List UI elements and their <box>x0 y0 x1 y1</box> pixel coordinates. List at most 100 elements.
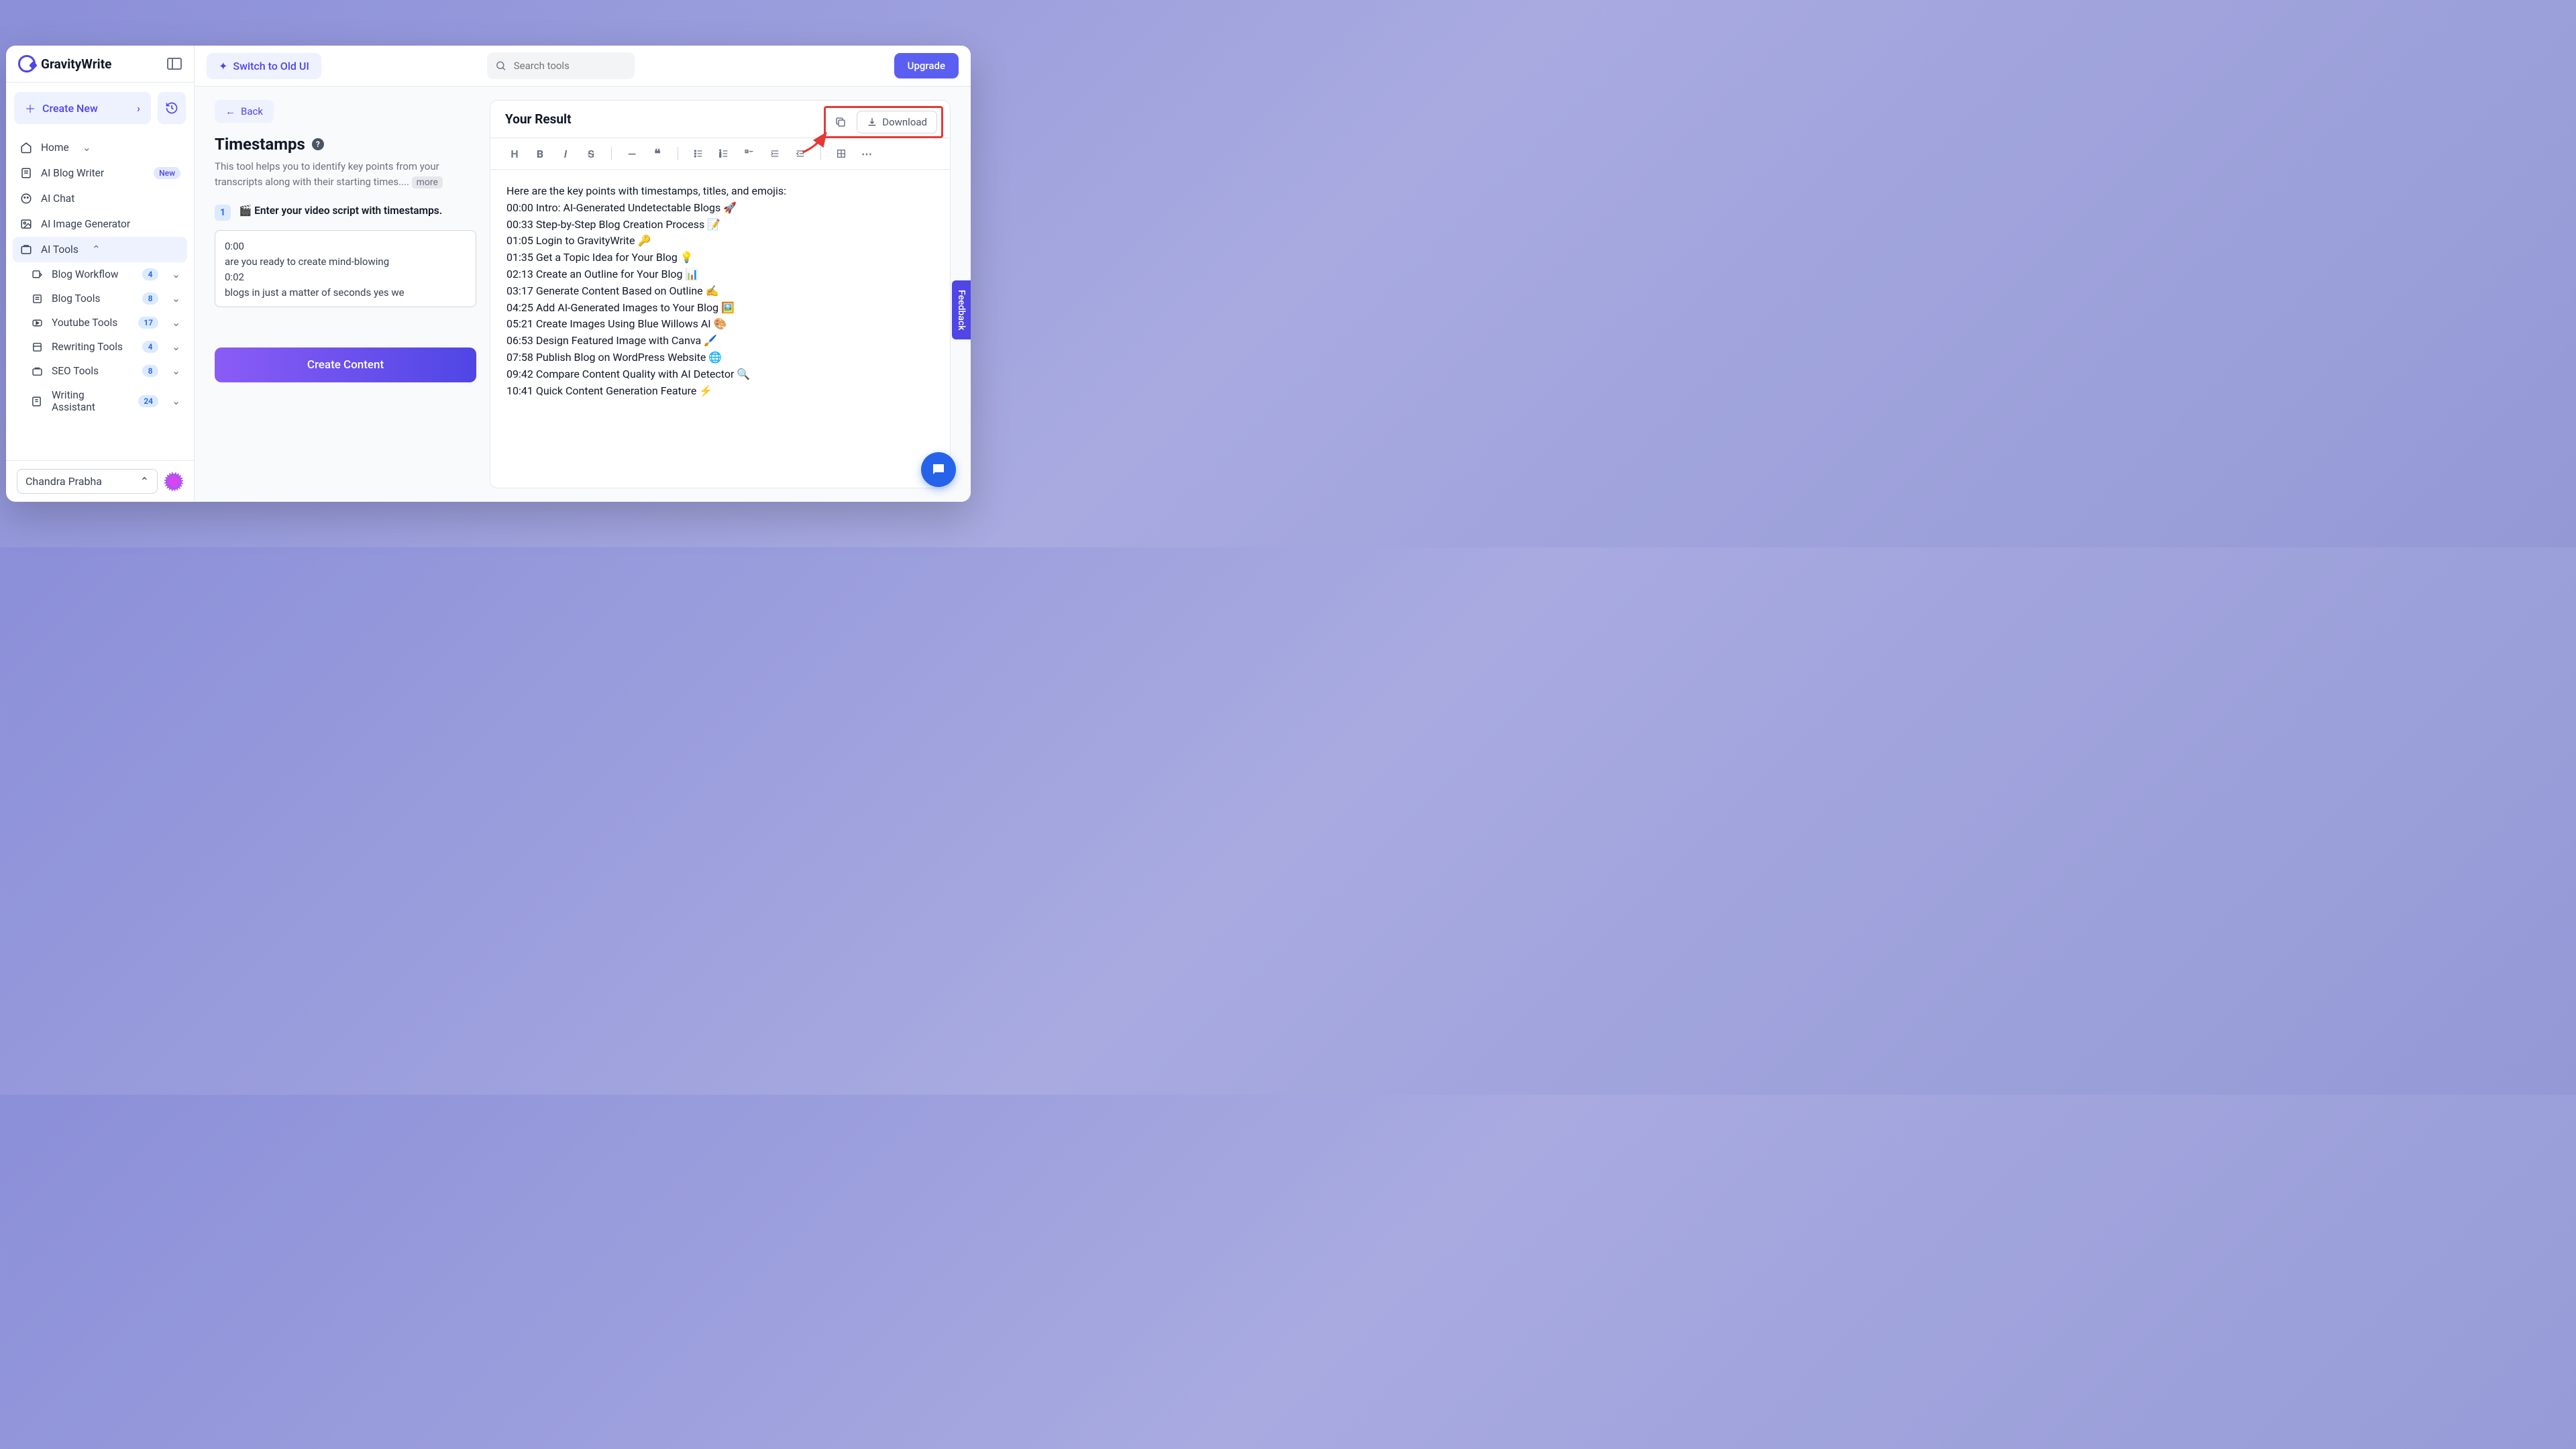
download-label: Download <box>882 116 927 128</box>
logo-mark-icon <box>18 55 36 72</box>
nav-youtube-tools[interactable]: Youtube Tools 17 ⌄ <box>23 311 187 335</box>
search-wrap <box>487 52 635 79</box>
count-badge: 4 <box>142 268 158 280</box>
strike-button[interactable]: S <box>580 144 602 164</box>
nav-ai-tools[interactable]: AI Tools ⌃ <box>13 237 187 262</box>
ordered-list-button[interactable]: 123 <box>713 144 735 164</box>
quote-button[interactable]: ❝ <box>647 144 668 164</box>
youtube-icon <box>30 317 44 329</box>
hr-button[interactable]: — <box>621 144 643 164</box>
nav-label: AI Chat <box>41 193 74 205</box>
bold-button[interactable]: B <box>529 144 551 164</box>
copy-button[interactable] <box>830 111 851 133</box>
nav-label: Youtube Tools <box>52 317 117 329</box>
create-new-label: Create New <box>42 102 98 115</box>
history-button[interactable] <box>158 92 186 124</box>
result-line: 10:41 Quick Content Generation Feature ⚡ <box>506 383 934 400</box>
brand-logo[interactable]: GravityWrite <box>18 55 111 72</box>
result-line: 06:53 Design Featured Image with Canva 🖌… <box>506 333 934 350</box>
script-textarea[interactable]: 0:00 are you ready to create mind-blowin… <box>215 230 476 307</box>
nav-seo-tools[interactable]: SEO Tools8⌄ <box>23 359 187 383</box>
main: ✦ Switch to Old UI Upgrade ← Back Timest… <box>195 46 971 502</box>
result-title: Your Result <box>505 111 572 127</box>
tool-title: Timestamps ? <box>215 135 476 154</box>
nav-label: Writing Assistant <box>52 389 130 413</box>
info-icon[interactable]: ? <box>312 138 324 150</box>
nav-label: AI Image Generator <box>41 218 130 230</box>
indent-button[interactable] <box>764 144 786 164</box>
nav-image-gen[interactable]: AI Image Generator <box>13 211 187 237</box>
logo-row: GravityWrite <box>6 46 194 83</box>
topbar: ✦ Switch to Old UI Upgrade <box>195 46 971 87</box>
nav-label: Home <box>41 142 69 154</box>
user-avatar[interactable] <box>164 472 183 491</box>
nav-rewriting-tools[interactable]: Rewriting Tools4⌄ <box>23 335 187 359</box>
nav-label: AI Blog Writer <box>41 167 104 179</box>
italic-button[interactable]: I <box>555 144 576 164</box>
chevron-down-icon: ⌄ <box>172 395 180 407</box>
download-highlight: Download <box>824 106 943 138</box>
chevron-up-icon: ⌃ <box>92 244 101 256</box>
chevron-down-icon: ⌄ <box>172 365 180 377</box>
assistant-icon <box>30 396 44 407</box>
user-menu[interactable]: Chandra Prabha ⌃ <box>17 469 158 494</box>
count-badge: 8 <box>142 365 158 377</box>
count-badge: 24 <box>138 395 158 407</box>
nav-home[interactable]: Home ⌄ <box>13 135 187 160</box>
nav-writing-assistant[interactable]: Writing Assistant 24 ⌄ <box>23 383 187 419</box>
tool-form: ← Back Timestamps ? This tool helps you … <box>215 100 476 488</box>
chevron-down-icon: ⌄ <box>172 268 180 280</box>
nav-blog-writer[interactable]: AI Blog Writer New <box>13 160 187 186</box>
toggle-sidebar-icon[interactable] <box>167 58 182 70</box>
back-button[interactable]: ← Back <box>215 100 274 123</box>
nav-label: Blog Workflow <box>52 268 119 280</box>
switch-ui-button[interactable]: ✦ Switch to Old UI <box>207 53 321 79</box>
new-badge: New <box>154 167 180 179</box>
chat-icon <box>19 193 33 205</box>
result-line: 00:33 Step-by-Step Blog Creation Process… <box>506 217 934 233</box>
outdent-button[interactable] <box>790 144 811 164</box>
nav-list: Home ⌄ AI Blog Writer New AI Chat AI Ima… <box>6 133 194 460</box>
sparkle-icon: ✦ <box>219 60 227 72</box>
bullet-list-button[interactable] <box>688 144 709 164</box>
chevron-down-icon: ⌄ <box>172 317 180 329</box>
download-button[interactable]: Download <box>857 111 937 133</box>
create-row: ＋ Create New › <box>6 83 194 133</box>
nav-blog-workflow[interactable]: Blog Workflow 4 ⌄ <box>23 262 187 286</box>
chat-fab[interactable] <box>921 452 956 487</box>
image-icon <box>19 218 33 230</box>
toolbar-separator <box>820 147 821 160</box>
heading-button[interactable]: H <box>504 144 525 164</box>
result-line: 07:58 Publish Blog on WordPress Website … <box>506 350 934 366</box>
nav-ai-chat[interactable]: AI Chat <box>13 186 187 211</box>
tool-title-text: Timestamps <box>215 135 305 154</box>
nav-label: Blog Tools <box>52 292 100 305</box>
result-header: Your Result Download <box>490 101 950 138</box>
count-badge: 8 <box>142 292 158 305</box>
tool-desc-text: This tool helps you to identify key poin… <box>215 160 439 188</box>
result-line: 01:35 Get a Topic Idea for Your Blog 💡 <box>506 250 934 266</box>
nav-blog-tools[interactable]: Blog Tools8⌄ <box>23 286 187 311</box>
table-button[interactable] <box>830 144 852 164</box>
document-icon <box>19 167 33 179</box>
user-name: Chandra Prabha <box>25 475 102 488</box>
more-button[interactable]: ⋯ <box>856 144 877 164</box>
chevron-down-icon: ⌄ <box>83 142 91 154</box>
more-button[interactable]: more <box>412 176 443 189</box>
content-area: ← Back Timestamps ? This tool helps you … <box>195 87 971 502</box>
create-content-button[interactable]: Create Content <box>215 347 476 382</box>
checklist-button[interactable] <box>739 144 760 164</box>
search-icon <box>495 60 506 72</box>
upgrade-button[interactable]: Upgrade <box>894 53 959 78</box>
copy-icon <box>835 116 847 128</box>
result-body[interactable]: Here are the key points with timestamps,… <box>490 170 950 413</box>
arrow-left-icon: ← <box>225 105 235 117</box>
create-new-button[interactable]: ＋ Create New › <box>14 92 151 124</box>
count-badge: 4 <box>142 341 158 353</box>
plus-icon: ＋ <box>25 100 36 116</box>
feedback-tab[interactable]: Feedback <box>952 280 971 339</box>
count-badge: 17 <box>138 317 158 329</box>
search-input[interactable] <box>487 52 635 79</box>
chevron-up-icon: ⌃ <box>140 475 149 488</box>
step-label: 🎬 Enter your video script with timestamp… <box>239 205 442 217</box>
